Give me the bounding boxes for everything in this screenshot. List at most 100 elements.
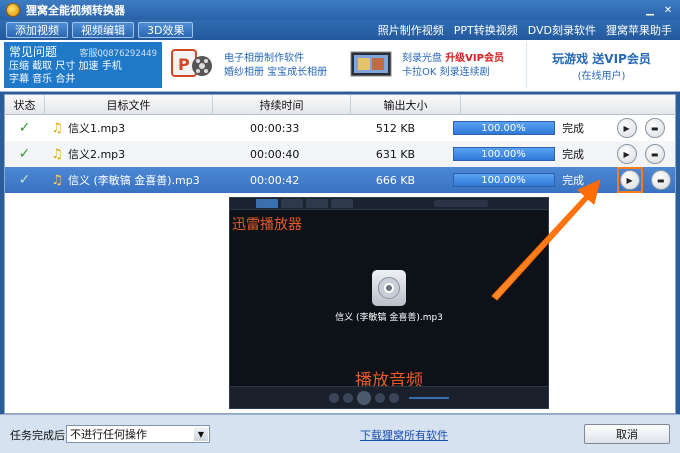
volume-icon[interactable] [389,392,399,403]
duration: 00:00:40 [250,147,300,161]
volume-slider[interactable] [409,396,449,399]
album-promo[interactable]: 电子相册制作软件 婚纱相册 宝宝成长相册 [224,52,327,80]
player-tab[interactable] [281,199,303,208]
promo-banner: 常见问题 客服QQ876292449 压缩 截取 尺寸 加速 手机 字幕 音乐 … [0,40,680,92]
done-check-icon: ✓ [18,172,31,188]
file-name: 信义1.mp3 [67,122,126,135]
player-title: 迅雷播放器 [232,217,302,233]
progress-bar: 100.00% [452,121,555,135]
file-table: 状态 目标文件 持续时间 输出大小 ✓ ♫ 信义1.mp3 00:00:33 5… [4,94,676,414]
link-photo-video[interactable]: 照片制作视频 [378,22,444,38]
link-apple-helper[interactable]: 狸窝苹果助手 [606,22,672,38]
status-text: 完成 [562,174,585,187]
progress-cell: 100.00% [449,141,558,167]
album-line-1[interactable]: 电子相册制作软件 [224,52,327,66]
duration: 00:00:42 [250,173,300,187]
cancel-button[interactable]: 取消 [584,424,670,444]
table-row[interactable]: ✓ ♫ 信义2.mp3 00:00:40 631 KB 100.00% 完成 ▶… [5,141,675,167]
album-line-2[interactable]: 婚纱相册 宝宝成长相册 [224,66,327,80]
prev-icon[interactable] [343,392,353,403]
header-status[interactable]: 状态 [5,95,45,114]
header-target-file[interactable]: 目标文件 [45,95,213,114]
link-ppt-video[interactable]: PPT转换视频 [454,22,518,38]
burn-promo[interactable]: 刻录光盘 升级VIP会员 卡拉OK 刻录连续剧 [402,52,504,80]
media-player: 迅雷播放器 信义 (李敏镐 金喜善).mp3 播放音频 [229,197,549,409]
pause-icon[interactable] [357,390,371,405]
faq-line-1[interactable]: 压缩 截取 尺寸 加速 手机 [9,60,157,73]
row-actions: ▶ ▬ [616,141,675,167]
file-cell: ♫ 信义1.mp3 [44,115,208,141]
player-tab[interactable] [331,199,353,208]
after-task-select[interactable]: 不进行任何操作 ▼ [66,425,210,443]
minimize-icon[interactable]: ▁ [642,3,658,17]
vip-game-promo[interactable]: 玩游戏 送VIP会员 (在线用户) [526,42,676,88]
vip-upgrade-link[interactable]: 升级VIP会员 [445,53,504,64]
output-size: 631 KB [375,147,416,161]
progress-cell: 100.00% [449,167,558,193]
done-check-icon: ✓ [18,146,31,162]
table-header: 状态 目标文件 持续时间 输出大小 [5,95,675,115]
folder-icon[interactable]: ▬ [650,170,671,190]
file-name: 信义2.mp3 [67,148,126,161]
player-tab[interactable] [256,199,278,208]
faq-contact: 客服QQ876292449 [79,49,157,59]
file-name: 信义 (李敏镐 金喜善).mp3 [67,174,200,187]
play-icon[interactable]: ▶ [616,118,637,138]
duration: 00:00:33 [250,121,300,135]
player-top-bar [230,198,548,210]
chevron-down-icon[interactable]: ▼ [194,427,208,441]
app-title: 狸窝全能视频转换器 [26,4,125,17]
ppt-film-icon[interactable]: P [170,46,214,82]
done-check-icon: ✓ [18,120,31,136]
next-icon[interactable] [375,392,385,403]
toolbar: 添加视频 视频编辑 3D效果 照片制作视频 PPT转换视频 DVD刻录软件 狸窝… [0,20,680,40]
burn-line-2[interactable]: 卡拉OK 刻录连续剧 [402,66,504,80]
file-cell: ♫ 信义2.mp3 [44,141,208,167]
status-text: 完成 [562,122,585,135]
player-tab[interactable] [306,199,328,208]
header-blank [461,95,675,114]
music-note-icon: ♫ [51,172,63,188]
progress-bar: 100.00% [452,173,555,187]
link-dvd-burn[interactable]: DVD刻录软件 [528,22,596,38]
app-logo-icon [6,3,20,17]
download-all-link[interactable]: 下载狸窝所有软件 [360,427,448,443]
player-search[interactable] [434,200,488,207]
video-edit-button[interactable]: 视频编辑 [72,22,134,38]
faq-panel[interactable]: 常见问题 客服QQ876292449 压缩 截取 尺寸 加速 手机 字幕 音乐 … [4,42,162,88]
progress-bar: 100.00% [452,147,555,161]
faq-line-2[interactable]: 字幕 音乐 合并 [9,73,157,86]
output-size: 512 KB [375,121,416,135]
progress-cell: 100.00% [449,115,558,141]
3d-effect-button[interactable]: 3D效果 [138,22,194,38]
row-actions: ▶ ▬ [616,115,675,141]
dvd-burn-icon[interactable] [350,48,394,82]
play-highlight: ▶ [616,167,643,193]
status-text: 完成 [562,148,585,161]
folder-icon[interactable]: ▬ [644,144,665,164]
burn-disc-link[interactable]: 刻录光盘 [402,53,442,64]
top-links: 照片制作视频 PPT转换视频 DVD刻录软件 狸窝苹果助手 [378,20,672,40]
play-icon[interactable]: ▶ [616,144,637,164]
header-duration[interactable]: 持续时间 [213,95,351,114]
add-video-button[interactable]: 添加视频 [6,22,68,38]
stop-icon[interactable] [329,392,339,403]
window-controls: ▁ ✕ [642,3,676,17]
vip-main[interactable]: 玩游戏 送VIP会员 [527,50,676,67]
table-row[interactable]: ✓ ♫ 信义1.mp3 00:00:33 512 KB 100.00% 完成 ▶… [5,115,675,141]
folder-icon[interactable]: ▬ [644,118,665,138]
faq-title[interactable]: 常见问题 [9,43,57,60]
table-row-selected[interactable]: ✓ ♫ 信义 (李敏镐 金喜善).mp3 00:00:42 666 KB 100… [5,167,675,193]
output-size: 666 KB [375,173,416,187]
header-output-size[interactable]: 输出大小 [351,95,461,114]
player-file-name: 信义 (李敏镐 金喜善).mp3 [335,313,443,323]
play-icon[interactable]: ▶ [619,170,640,190]
after-task-label: 任务完成后: [10,429,69,442]
row-actions: ▶ ▬ [616,167,675,193]
music-note-icon: ♫ [51,146,63,162]
after-task-value: 不进行任何操作 [70,428,147,441]
file-cell: ♫ 信义 (李敏镐 金喜善).mp3 [44,167,208,193]
close-icon[interactable]: ✕ [660,3,676,17]
bottom-bar: 任务完成后: 不进行任何操作 ▼ 下载狸窝所有软件 取消 [0,414,680,453]
title-bar: 狸窝全能视频转换器 ▁ ✕ [0,0,680,20]
